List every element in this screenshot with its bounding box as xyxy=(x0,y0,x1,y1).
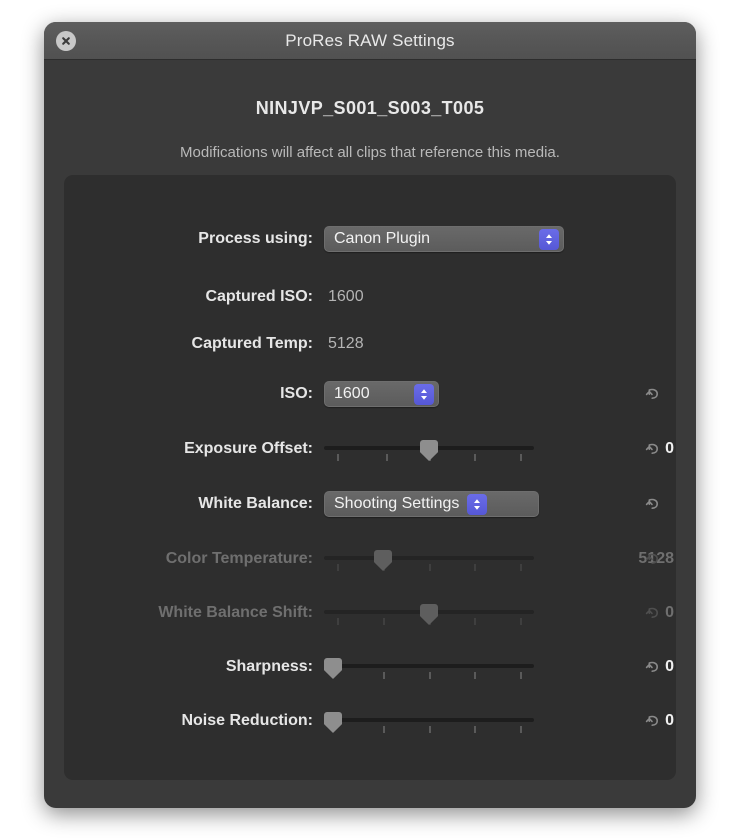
process-using-value: Canon Plugin xyxy=(334,230,430,248)
captured-iso-value: 1600 xyxy=(324,288,364,306)
color-temperature-slider[interactable] xyxy=(324,545,534,573)
row-sharpness: Sharpness: 0 xyxy=(64,653,676,681)
reset-exposure-offset-button[interactable] xyxy=(642,438,664,460)
row-color-temperature: Color Temperature: 5128 xyxy=(64,545,676,573)
slider-track xyxy=(324,718,534,722)
row-captured-iso: Captured ISO: 1600 xyxy=(64,283,676,311)
stepper-up-down-icon[interactable] xyxy=(539,229,559,250)
slider-ticks xyxy=(324,564,534,571)
label-iso: ISO: xyxy=(64,385,324,403)
row-iso: ISO: 1600 xyxy=(64,380,676,408)
label-sharpness: Sharpness: xyxy=(64,658,324,676)
stepper-up-down-icon[interactable] xyxy=(414,384,434,405)
slider-ticks xyxy=(324,726,534,733)
reset-white-balance-button[interactable] xyxy=(642,493,664,515)
stepper-up-down-icon[interactable] xyxy=(467,494,487,515)
reset-color-temperature-button[interactable] xyxy=(642,548,664,570)
label-process-using: Process using: xyxy=(64,230,324,248)
process-using-popup[interactable]: Canon Plugin xyxy=(324,226,564,252)
row-process-using: Process using: Canon Plugin xyxy=(64,225,676,253)
undo-arrow-icon xyxy=(644,712,662,730)
white-balance-value: Shooting Settings xyxy=(334,495,459,513)
clip-name: NINJVP_S001_S003_T005 xyxy=(44,98,696,119)
row-white-balance: White Balance: Shooting Settings xyxy=(64,490,676,518)
white-balance-shift-slider[interactable] xyxy=(324,599,534,627)
undo-arrow-icon xyxy=(644,658,662,676)
captured-temp-value: 5128 xyxy=(324,335,364,353)
row-exposure-offset: Exposure Offset: 0 xyxy=(64,435,676,463)
settings-panel: Process using: Canon Plugin Captured ISO… xyxy=(64,175,676,780)
close-button[interactable] xyxy=(56,31,76,51)
slider-ticks xyxy=(324,672,534,679)
row-captured-temp: Captured Temp: 5128 xyxy=(64,330,676,358)
reset-iso-button[interactable] xyxy=(642,383,664,405)
prores-raw-settings-dialog: ProRes RAW Settings NINJVP_S001_S003_T00… xyxy=(44,22,696,808)
undo-arrow-icon xyxy=(644,550,662,568)
row-white-balance-shift: White Balance Shift: 0 xyxy=(64,599,676,627)
label-noise-reduction: Noise Reduction: xyxy=(64,712,324,730)
modification-notice: Modifications will affect all clips that… xyxy=(44,144,696,161)
undo-arrow-icon xyxy=(644,440,662,458)
title-bar: ProRes RAW Settings xyxy=(44,22,696,60)
close-x-icon xyxy=(60,35,72,47)
window-title: ProRes RAW Settings xyxy=(285,31,454,51)
label-exposure-offset: Exposure Offset: xyxy=(64,440,324,458)
undo-arrow-icon xyxy=(644,495,662,513)
iso-value: 1600 xyxy=(334,385,370,403)
label-white-balance: White Balance: xyxy=(64,495,324,513)
reset-noise-reduction-button[interactable] xyxy=(642,710,664,732)
reset-white-balance-shift-button[interactable] xyxy=(642,602,664,624)
undo-arrow-icon xyxy=(644,604,662,622)
label-captured-temp: Captured Temp: xyxy=(64,335,324,353)
slider-track xyxy=(324,664,534,668)
label-color-temperature: Color Temperature: xyxy=(64,550,324,568)
reset-sharpness-button[interactable] xyxy=(642,656,664,678)
sharpness-slider[interactable] xyxy=(324,653,534,681)
label-captured-iso: Captured ISO: xyxy=(64,288,324,306)
exposure-offset-slider[interactable] xyxy=(324,435,534,463)
row-noise-reduction: Noise Reduction: 0 xyxy=(64,707,676,735)
slider-track xyxy=(324,556,534,560)
noise-reduction-slider[interactable] xyxy=(324,707,534,735)
label-white-balance-shift: White Balance Shift: xyxy=(64,604,324,622)
iso-popup[interactable]: 1600 xyxy=(324,381,439,407)
undo-arrow-icon xyxy=(644,385,662,403)
white-balance-popup[interactable]: Shooting Settings xyxy=(324,491,539,517)
